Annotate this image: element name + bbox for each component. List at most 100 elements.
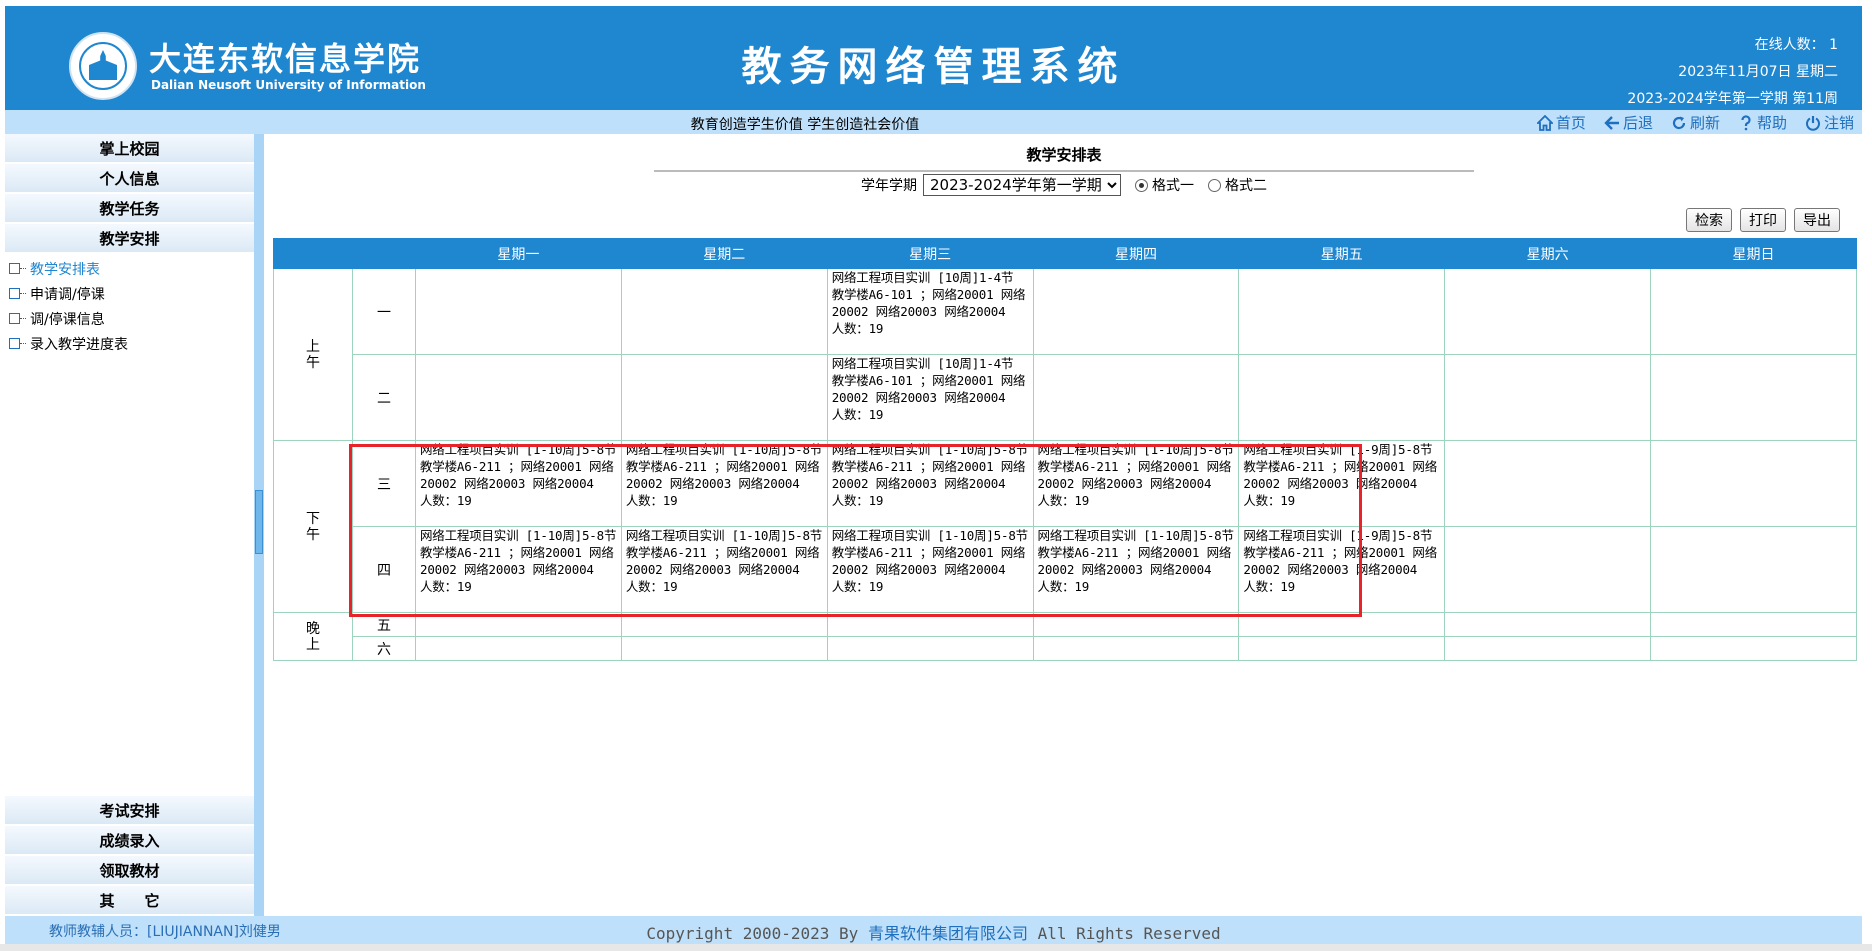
schedule-cell[interactable] — [620, 612, 828, 637]
menu-teaching-arrangement[interactable]: 教学安排 — [5, 224, 254, 254]
search-button[interactable]: 检索 — [1686, 208, 1732, 232]
course-text: 网络工程项目实训 [1-9周]5-8节 教学楼A6-211 ；网络20001 网… — [1243, 528, 1438, 594]
period-cell: 三 — [352, 440, 416, 527]
course-text: 网络工程项目实训 [1-10周]5-8节 教学楼A6-211 ；网络20001 … — [420, 528, 617, 594]
schedule-cell[interactable]: 网络工程项目实训 [1-10周]5-8节 教学楼A6-211 ；网络20001 … — [415, 440, 622, 527]
segment-morning: 上午 — [273, 268, 353, 441]
schedule-cell[interactable] — [1238, 612, 1446, 637]
back-button[interactable]: 后退 — [1604, 112, 1653, 133]
schedule-cell[interactable] — [1238, 636, 1446, 661]
schedule-cell[interactable] — [415, 612, 622, 637]
menu-personal-info[interactable]: 个人信息 — [5, 164, 254, 194]
help-button[interactable]: 帮助 — [1738, 112, 1787, 133]
schedule-cell[interactable]: 网络工程项目实训 [1-10周]5-8节 教学楼A6-211 ；网络20001 … — [1032, 440, 1240, 527]
home-button[interactable]: 首页 — [1536, 112, 1586, 133]
schedule-cell[interactable] — [620, 268, 828, 355]
logout-button[interactable]: 注销 — [1805, 112, 1854, 133]
schedule-cell[interactable] — [415, 268, 622, 355]
top-toolbar: 首页 后退 刷新 帮助 注销 — [1536, 112, 1854, 133]
schedule-cell[interactable]: 网络工程项目实训 [10周]1-4节 教学楼A6-101 ；网络20001 网络… — [826, 268, 1034, 355]
term-select[interactable]: 2023-2024学年第一学期 — [923, 174, 1121, 196]
format-two-radio[interactable]: 格式二 — [1208, 175, 1267, 195]
menu-mobile-campus[interactable]: 掌上校园 — [5, 134, 254, 164]
schedule-cell[interactable]: 网络工程项目实训 [1-9周]5-8节 教学楼A6-211 ；网络20001 网… — [1238, 526, 1446, 613]
help-label: 帮助 — [1756, 114, 1787, 132]
schedule-cell[interactable]: 网络工程项目实训 [1-10周]5-8节 教学楼A6-211 ；网络20001 … — [1032, 526, 1240, 613]
sidebar-item-label: 调/停课信息 — [30, 311, 105, 328]
system-title: 教务网络管理系统 — [741, 44, 1126, 90]
schedule-cell[interactable] — [1032, 612, 1240, 637]
schedule-cell[interactable]: 网络工程项目实训 [1-10周]5-8节 教学楼A6-211 ；网络20001 … — [620, 526, 828, 613]
schedule-cell[interactable] — [1032, 636, 1240, 661]
back-label: 后退 — [1622, 114, 1653, 132]
sidebar-item-reschedule-info[interactable]: 调/停课信息 — [9, 306, 254, 331]
export-button[interactable]: 导出 — [1794, 208, 1840, 232]
schedule-cell[interactable] — [1650, 636, 1857, 661]
schedule-cell[interactable]: 网络工程项目实训 [1-9周]5-8节 教学楼A6-211 ；网络20001 网… — [1238, 440, 1446, 527]
period-cell: 六 — [352, 636, 416, 661]
schedule-cell[interactable]: 网络工程项目实训 [10周]1-4节 教学楼A6-101 ；网络20001 网络… — [826, 354, 1034, 441]
schedule-cell[interactable] — [1650, 354, 1857, 441]
app-root: 大连东软信息学院 Dalian Neusoft University of In… — [0, 0, 1872, 951]
schedule-cell[interactable] — [1444, 636, 1652, 661]
collapse-handle[interactable] — [255, 490, 263, 554]
menu-exam-arrangement[interactable]: 考试安排 — [5, 796, 254, 826]
sidebar-item-label: 教学安排表 — [30, 261, 100, 278]
table-row: 六 — [274, 636, 1857, 661]
schedule-cell[interactable] — [620, 354, 828, 441]
menu-grade-entry[interactable]: 成绩录入 — [5, 826, 254, 856]
timetable: 星期一 星期二 星期三 星期四 星期五 星期六 星期日 上午 一 网络工程项目实… — [273, 238, 1857, 661]
schedule-cell[interactable] — [1444, 440, 1652, 527]
schedule-cell[interactable] — [826, 612, 1034, 637]
schedule-cell[interactable] — [1238, 268, 1446, 355]
schedule-cell[interactable]: 网络工程项目实训 [1-10周]5-8节 教学楼A6-211 ；网络20001 … — [620, 440, 828, 527]
home-icon — [1536, 114, 1553, 131]
schedule-cell[interactable] — [1650, 268, 1857, 355]
sidebar-splitter[interactable] — [254, 134, 264, 916]
bottom-strip — [0, 944, 1872, 951]
schedule-cell[interactable] — [415, 354, 622, 441]
copyright-suffix: All Rights Reserved — [1027, 924, 1221, 943]
term-label: 学年学期 — [861, 178, 917, 194]
schedule-cell[interactable] — [1238, 354, 1446, 441]
schedule-cell[interactable]: 网络工程项目实训 [1-10周]5-8节 教学楼A6-211 ；网络20001 … — [826, 440, 1034, 527]
radio-empty-icon — [1208, 178, 1221, 192]
course-text: 网络工程项目实训 [1-10周]5-8节 教学楼A6-211 ；网络20001 … — [625, 442, 823, 508]
schedule-cell[interactable] — [620, 636, 828, 661]
segment-evening: 晚上 — [273, 612, 353, 661]
schedule-cell[interactable] — [1444, 268, 1652, 355]
menu-textbook-pickup[interactable]: 领取教材 — [5, 856, 254, 886]
schedule-cell[interactable] — [1444, 526, 1652, 613]
course-text: 网络工程项目实训 [1-10周]5-8节 教学楼A6-211 ；网络20001 … — [625, 528, 823, 594]
home-label: 首页 — [1555, 114, 1586, 132]
schedule-cell[interactable] — [826, 636, 1034, 661]
format-one-radio[interactable]: 格式一 — [1135, 175, 1194, 195]
course-text: 网络工程项目实训 [1-10周]5-8节 教学楼A6-211 ；网络20001 … — [1037, 528, 1234, 594]
course-text: 网络工程项目实训 [1-10周]5-8节 教学楼A6-211 ；网络20001 … — [831, 442, 1028, 508]
schedule-cell[interactable] — [1650, 612, 1857, 637]
print-button[interactable]: 打印 — [1740, 208, 1786, 232]
menu-others[interactable]: 其 它 — [5, 886, 254, 916]
current-date: 2023年11月07日 星期二 — [1678, 64, 1838, 80]
schedule-cell[interactable] — [1650, 440, 1857, 527]
day-header: 星期日 — [1650, 238, 1857, 269]
refresh-button[interactable]: 刷新 — [1671, 112, 1720, 133]
sidebar-item-progress-entry[interactable]: 录入教学进度表 — [9, 331, 254, 356]
sidebar-item-apply-reschedule[interactable]: 申请调/停课 — [9, 281, 254, 306]
schedule-cell[interactable] — [1032, 268, 1240, 355]
tree-node-icon — [9, 313, 26, 324]
schedule-cell[interactable] — [1444, 612, 1652, 637]
schedule-cell[interactable] — [1650, 526, 1857, 613]
table-row: 二 网络工程项目实训 [10周]1-4节 教学楼A6-101 ；网络20001 … — [274, 354, 1857, 441]
menu-teaching-tasks[interactable]: 教学任务 — [5, 194, 254, 224]
page-title: 教学安排表 — [654, 144, 1474, 172]
header-corner — [273, 238, 353, 269]
tree-node-icon — [9, 263, 26, 274]
schedule-cell[interactable] — [1032, 354, 1240, 441]
schedule-cell[interactable] — [1444, 354, 1652, 441]
schedule-cell[interactable] — [415, 636, 622, 661]
table-row: 下午 三 网络工程项目实训 [1-10周]5-8节 教学楼A6-211 ；网络2… — [273, 440, 1857, 613]
schedule-cell[interactable]: 网络工程项目实训 [1-10周]5-8节 教学楼A6-211 ；网络20001 … — [415, 526, 622, 613]
sidebar-item-timetable[interactable]: 教学安排表 — [9, 256, 254, 281]
schedule-cell[interactable]: 网络工程项目实训 [1-10周]5-8节 教学楼A6-211 ；网络20001 … — [826, 526, 1034, 613]
